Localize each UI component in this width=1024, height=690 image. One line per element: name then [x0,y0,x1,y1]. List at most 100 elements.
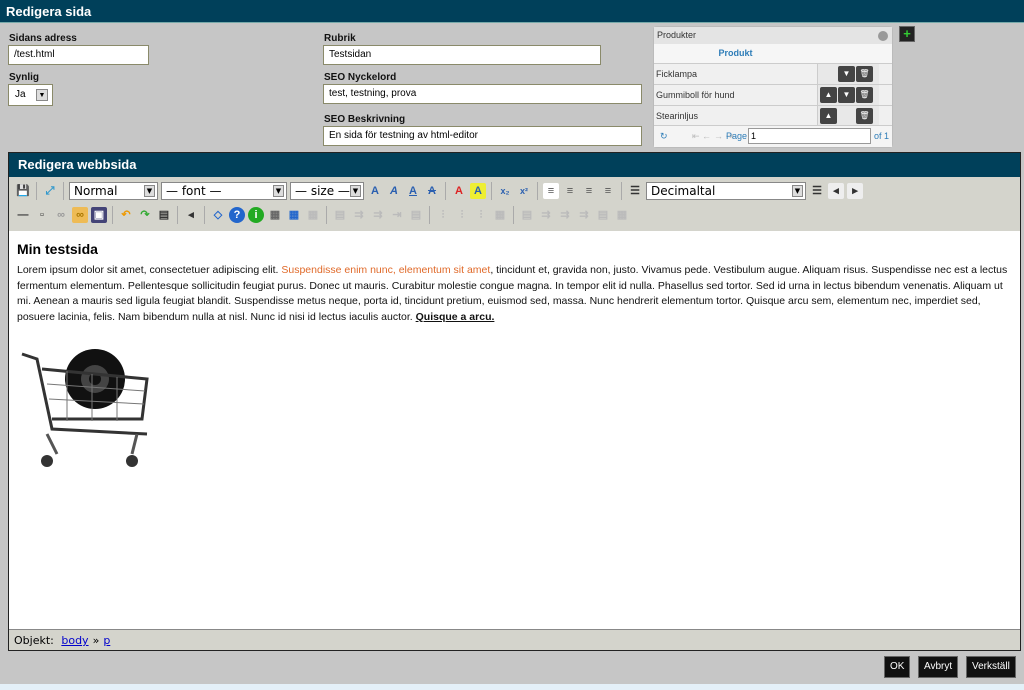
size-value: — size — [295,184,350,198]
fullscreen-icon[interactable]: ⤢ [42,183,58,199]
cancel-button[interactable]: Avbryt [918,656,959,678]
title-input[interactable]: Testsidan [323,45,601,65]
product-name: Gummiboll för hund [656,90,735,100]
align-left-icon[interactable]: ≡ [543,183,559,199]
list-style-select[interactable]: Decimaltal ▼ [646,182,806,200]
row-props-icon: ▤ [597,209,609,221]
ordered-list-icon[interactable]: ☰ [627,183,643,199]
apply-button[interactable]: Verkställ [966,656,1016,678]
insert-row-after-icon: ⇉ [373,209,383,221]
visible-select[interactable]: Ja ▼ [8,84,53,106]
info-icon[interactable]: i [248,207,264,223]
save-icon[interactable]: 💾 [15,183,31,199]
product-name: Stearinljus [656,111,699,121]
table-icon[interactable]: ▦ [267,207,283,223]
chevron-down-icon: ▼ [350,185,361,197]
font-select[interactable]: — font — ▼ [161,182,287,200]
link-icon[interactable]: ∞ [72,207,88,223]
move-up-icon[interactable]: ▲ [820,87,837,103]
underline-icon[interactable]: A [405,183,421,199]
page-input[interactable]: 1 [748,128,871,144]
move-down-icon[interactable]: ▼ [838,87,855,103]
product-row[interactable]: Ficklampa ▼ 🗑 [654,64,892,85]
highlight-icon[interactable]: A [470,183,486,199]
bold-icon[interactable]: A [367,183,383,199]
chevron-down-icon: ▼ [144,185,155,197]
merge-cells-icon: ▤ [521,209,533,221]
trash-icon[interactable]: 🗑 [856,108,873,124]
anchor-icon[interactable]: ▫ [34,207,50,223]
trash-icon[interactable]: 🗑 [856,66,873,82]
split-col-icon: ▦ [494,209,506,221]
trash-icon[interactable]: 🗑 [856,87,873,103]
align-center-icon[interactable]: ≡ [562,183,578,199]
text-segment: Lorem ipsum dolor sit amet, consectetuer… [17,264,282,276]
content-heading: Min testsida [17,241,98,257]
description-input[interactable]: En sida för testning av html-editor [323,126,642,146]
insert-row-before-icon: ⇉ [354,209,364,221]
split-row-icon: ▤ [410,209,422,221]
bold-link-text[interactable]: Quisque a arcu. [416,311,495,323]
table-props-icon[interactable]: ▦ [286,207,302,223]
column-header[interactable]: Produkt [654,44,892,64]
status-label: Objekt: [14,634,54,647]
editor-content[interactable]: Min testsida Lorem ipsum dolor sit amet,… [9,231,1020,629]
chevron-down-icon: ▼ [792,185,803,197]
highlighted-text: Suspendisse enim nunc, elementum sit ame… [281,264,491,276]
align-right-icon[interactable]: ≡ [581,183,597,199]
format-value: Normal [74,184,118,198]
pager: ↻ ⇤ ← → ⇥ Page 1 of 1 [654,125,892,147]
address-input[interactable]: /test.html [8,45,149,65]
address-label: Sidans adress [9,33,77,44]
toolbar-row-1: 💾 ⤢ Normal ▼ — font — ▼ — size — ▼ A A A A … [9,179,863,203]
delete-col-icon: ⫶ [479,209,483,221]
split-cells-icon: ⇉ [541,209,551,221]
page-label: Page [726,131,748,141]
font-value: — font — [166,184,222,198]
horizontal-rule-icon[interactable]: — [15,207,31,223]
status-bar: Objekt: body » p [9,629,1020,650]
move-down-icon[interactable]: ▼ [838,66,855,82]
italic-icon[interactable]: A [386,183,402,199]
path-p-link[interactable]: p [103,634,110,647]
product-row[interactable]: Stearinljus ▲ 🗑 [654,106,892,127]
insert-icon[interactable]: ◂ [183,207,199,223]
list-style-value: Decimaltal [651,184,716,198]
visible-label: Synlig [9,72,40,83]
clear-format-icon[interactable]: ▤ [156,207,172,223]
justify-icon[interactable]: ≡ [600,183,616,199]
add-product-button[interactable]: + [899,26,915,42]
format-select[interactable]: Normal ▼ [69,182,158,200]
keywords-label: SEO Nyckelord [324,72,397,83]
keywords-input[interactable]: test, testning, prova [323,84,642,104]
product-row[interactable]: Gummiboll för hund ▲ ▼ 🗑 [654,85,892,106]
undo-icon[interactable]: ↶ [118,207,134,223]
outdent-icon[interactable]: ◂ [828,183,844,199]
size-select[interactable]: — size — ▼ [290,182,364,200]
subscript-icon[interactable]: x₂ [497,183,513,199]
column-header-label: Produkt [718,48,753,58]
indent-icon[interactable]: ▸ [847,183,863,199]
collapse-icon[interactable] [878,31,888,41]
first-prev-icon: ⇤ ← [692,131,712,141]
insert-row-icon: ▤ [334,209,346,221]
cell-after-icon: ⇉ [579,209,589,221]
chevron-down-icon: ▼ [273,185,284,197]
path-body-link[interactable]: body [61,634,88,647]
image-icon[interactable]: ▣ [91,207,107,223]
ok-button[interactable]: OK [884,656,911,678]
unlink-icon[interactable]: ∞ [53,207,69,223]
refresh-icon[interactable]: ↻ [660,131,668,142]
text-color-icon[interactable]: A [451,183,467,199]
help-icon[interactable]: ? [229,207,245,223]
unordered-list-icon[interactable]: ☰ [809,183,825,199]
description-label: SEO Beskrivning [324,114,406,125]
visible-value: Ja [15,89,26,100]
superscript-icon[interactable]: x² [516,183,532,199]
chevron-down-icon: ▼ [36,89,48,101]
toolbar-row-2: — ▫ ∞ ∞ ▣ ↶ ↷ ▤ ◂ ◇ ? i ▦ ▦ ▦ ▤ ⇉ ⇉ ⇥ ▤ … [9,203,630,227]
source-icon[interactable]: ◇ [210,207,226,223]
strikethrough-icon[interactable]: A [424,183,440,199]
move-up-icon[interactable]: ▲ [820,108,837,124]
redo-icon[interactable]: ↷ [137,207,153,223]
